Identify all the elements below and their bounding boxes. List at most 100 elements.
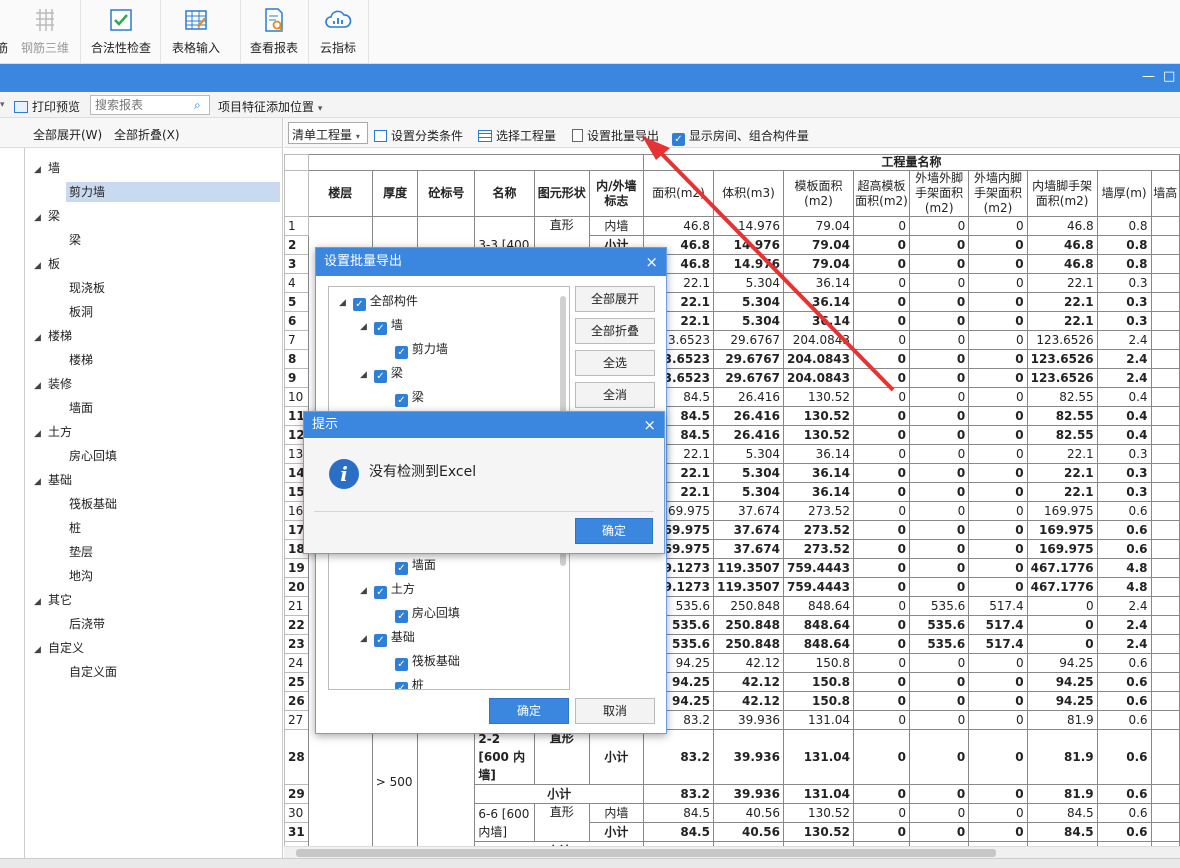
tree-category[interactable]: ◢ 基础 <box>34 470 72 490</box>
horizontal-scrollbar[interactable] <box>284 846 1180 858</box>
close-icon[interactable]: × <box>643 412 656 438</box>
expand-triangle-icon[interactable]: ◢ <box>34 640 48 660</box>
maximize-button[interactable]: □ <box>1163 70 1175 84</box>
search-report-input[interactable] <box>90 95 210 115</box>
select-all-button[interactable]: 全选 <box>575 350 655 376</box>
expand-triangle-icon[interactable]: ◢ <box>339 293 353 313</box>
expand-triangle-icon[interactable]: ◢ <box>360 365 374 385</box>
checklist-item[interactable]: ✓ 桩 <box>381 675 424 689</box>
print-preview-button[interactable]: 打印预览 <box>14 98 80 115</box>
checklist-item[interactable]: ✓ 剪力墙 <box>381 339 448 359</box>
tree-item[interactable]: 梁 <box>66 230 81 250</box>
checklist-item[interactable]: ◢ ✓ 梁 <box>360 363 403 383</box>
col-header[interactable]: 模板面积(m2) <box>782 170 855 217</box>
tree-item[interactable]: 楼梯 <box>66 350 93 370</box>
table-input-button[interactable]: 表格输入 <box>164 0 228 64</box>
checklist-item[interactable]: ✓ 梁 <box>381 387 424 407</box>
rebar-3d-button[interactable]: 钢筋三维 <box>18 0 72 64</box>
show-rooms-checkbox[interactable]: ✓ 显示房间、组合构件量 <box>672 127 809 146</box>
checklist-item[interactable]: ◢ ✓ 基础 <box>360 627 415 647</box>
expand-triangle-icon[interactable]: ◢ <box>34 376 48 396</box>
select-quantity-button[interactable]: 选择工程量 <box>478 127 556 144</box>
expand-triangle-icon[interactable]: ◢ <box>34 256 48 276</box>
col-header[interactable]: 内/外墙标志 <box>588 170 644 217</box>
expand-triangle-icon[interactable]: ◢ <box>34 160 48 180</box>
tree-item[interactable]: 房心回填 <box>66 446 117 466</box>
set-category-button[interactable]: 设置分类条件 <box>374 127 463 144</box>
checkbox-checked-icon[interactable]: ✓ <box>395 562 408 575</box>
expand-triangle-icon[interactable]: ◢ <box>34 328 48 348</box>
tree-item[interactable]: 筏板基础 <box>66 494 117 514</box>
cloud-index-button[interactable]: 云指标 <box>312 0 364 64</box>
col-header[interactable]: 外墙外脚手架面积(m2) <box>909 170 970 217</box>
legality-check-button[interactable]: 合法性检查 <box>84 0 158 64</box>
col-header[interactable]: 外墙内脚手架面积(m2) <box>968 170 1028 217</box>
dropdown-arrow-icon[interactable]: ▾ <box>0 100 5 110</box>
scrollbar-thumb[interactable] <box>296 849 996 857</box>
col-header[interactable]: 墙厚(m) <box>1096 170 1152 217</box>
expand-triangle-icon[interactable]: ◢ <box>34 472 48 492</box>
col-header[interactable]: 楼层 <box>307 170 373 217</box>
tree-item[interactable]: 垫层 <box>66 542 93 562</box>
feature-position-dropdown[interactable]: 项目特征添加位置 ▾ <box>218 98 322 115</box>
checkbox-checked-icon[interactable]: ✓ <box>374 586 387 599</box>
tree-item[interactable]: 地沟 <box>66 566 93 586</box>
view-report-button[interactable]: 查看报表 <box>244 0 304 64</box>
table-row[interactable]: 1 > 500 3-3 [400 直形 内墙 46.8 14.976 79.04 0 0 0 46.8… <box>284 216 1180 846</box>
checkbox-checked-icon[interactable]: ✓ <box>395 658 408 671</box>
expand-all-button[interactable]: 全部展开 <box>575 286 655 312</box>
col-header[interactable]: 内墙脚手架面积(m2) <box>1026 170 1098 217</box>
deselect-all-button[interactable]: 全消 <box>575 382 655 408</box>
checklist-item[interactable]: ◢ ✓ 土方 <box>360 579 415 599</box>
tree-item[interactable]: 剪力墙 <box>66 182 280 202</box>
collapse-all-button[interactable]: 全部折叠 <box>575 318 655 344</box>
expand-all-button[interactable]: 全部展开(W) <box>33 126 102 143</box>
checkbox-checked-icon[interactable]: ✓ <box>395 346 408 359</box>
rebar-button[interactable]: 筋 <box>0 0 14 64</box>
tree-item[interactable]: 墙面 <box>66 398 93 418</box>
tree-category[interactable]: ◢ 楼梯 <box>34 326 72 346</box>
tree-item[interactable]: 现浇板 <box>66 278 105 298</box>
tree-category[interactable]: ◢ 板 <box>34 254 60 274</box>
checklist-item[interactable]: ✓ 墙面 <box>381 555 436 575</box>
checklist-item[interactable]: ◢ ✓ 墙 <box>360 315 403 335</box>
expand-triangle-icon[interactable]: ◢ <box>34 424 48 444</box>
col-header[interactable]: 图元形状 <box>533 170 590 217</box>
checkbox-checked-icon[interactable]: ✓ <box>395 394 408 407</box>
checkbox-checked-icon[interactable]: ✓ <box>395 682 408 689</box>
col-header[interactable]: 墙高 <box>1150 170 1180 217</box>
col-header[interactable]: 超高模板面积(m2) <box>852 170 911 217</box>
checklist-item[interactable]: ✓ 筏板基础 <box>381 651 460 671</box>
checkbox-checked-icon[interactable]: ✓ <box>374 322 387 335</box>
tree-item[interactable]: 桩 <box>66 518 81 538</box>
checklist-item[interactable]: ✓ 房心回填 <box>381 603 460 623</box>
tree-category[interactable]: ◢ 装修 <box>34 374 72 394</box>
col-header[interactable]: 面积(m2) <box>642 170 714 217</box>
tree-category[interactable]: ◢ 土方 <box>34 422 72 442</box>
col-header[interactable]: 砼标号 <box>417 170 476 217</box>
tree-category[interactable]: ◢ 墙 <box>34 158 60 178</box>
ok-button[interactable]: 确定 <box>575 518 653 544</box>
minimize-button[interactable]: — <box>1142 70 1155 84</box>
cancel-button[interactable]: 取消 <box>575 698 655 724</box>
checkbox-checked-icon[interactable]: ✓ <box>353 298 366 311</box>
expand-triangle-icon[interactable]: ◢ <box>360 317 374 337</box>
tree-category[interactable]: ◢ 其它 <box>34 590 72 610</box>
close-icon[interactable]: × <box>645 248 658 276</box>
checkbox-checked-icon[interactable]: ✓ <box>374 634 387 647</box>
tree-item[interactable]: 自定义面 <box>66 662 117 682</box>
checkbox-checked-icon[interactable]: ✓ <box>374 370 387 383</box>
tree-item[interactable]: 板洞 <box>66 302 93 322</box>
expand-triangle-icon[interactable]: ◢ <box>360 629 374 649</box>
set-batch-export-button[interactable]: 设置批量导出 <box>572 127 659 144</box>
tree-category[interactable]: ◢ 梁 <box>34 206 60 226</box>
checklist-item[interactable]: ◢ ✓ 全部构件 <box>339 291 418 311</box>
expand-triangle-icon[interactable]: ◢ <box>360 581 374 601</box>
expand-triangle-icon[interactable]: ◢ <box>34 208 48 228</box>
col-header[interactable]: 体积(m3) <box>712 170 784 217</box>
checkbox-checked-icon[interactable]: ✓ <box>395 610 408 623</box>
tree-category[interactable]: ◢ 自定义 <box>34 638 84 658</box>
col-header[interactable]: 名称 <box>474 170 535 217</box>
expand-triangle-icon[interactable]: ◢ <box>34 592 48 612</box>
ok-button[interactable]: 确定 <box>489 698 569 724</box>
